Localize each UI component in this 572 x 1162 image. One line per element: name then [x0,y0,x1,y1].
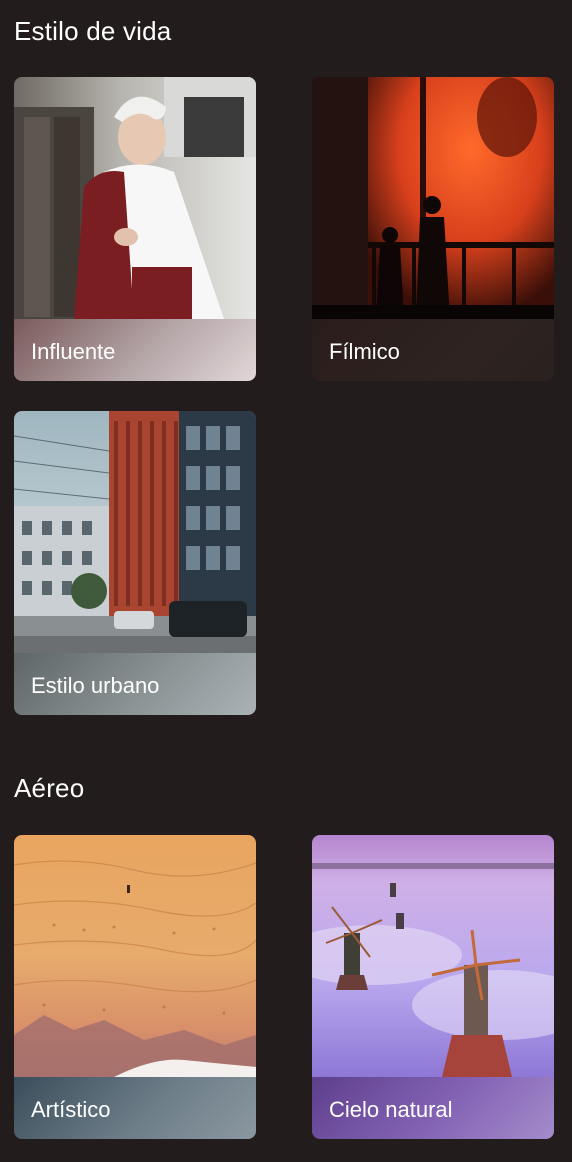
preset-card-artistico[interactable]: Artístico [14,835,256,1139]
preset-card-influente[interactable]: Influente [14,77,256,381]
preset-thumbnail-cielo-natural [312,835,554,1077]
preset-card-filmico[interactable]: Fílmico [312,77,554,381]
preset-label-influente: Influente [31,339,116,364]
preset-thumbnail-estilo-urbano [14,411,256,653]
preset-thumbnail-influente [14,77,256,319]
preset-thumbnail-artistico [14,835,256,1077]
section-title-estilo-de-vida: Estilo de vida [14,16,172,46]
section-title-aereo: Aéreo [14,773,85,803]
preset-thumbnail-filmico [312,77,554,319]
preset-card-estilo-urbano[interactable]: Estilo urbano [14,411,256,715]
preset-card-cielo-natural[interactable]: Cielo natural [312,835,554,1139]
preset-label-cielo-natural: Cielo natural [329,1097,453,1122]
preset-label-filmico: Fílmico [329,339,400,364]
preset-label-artistico: Artístico [31,1097,111,1122]
preset-label-estilo-urbano: Estilo urbano [31,673,160,698]
